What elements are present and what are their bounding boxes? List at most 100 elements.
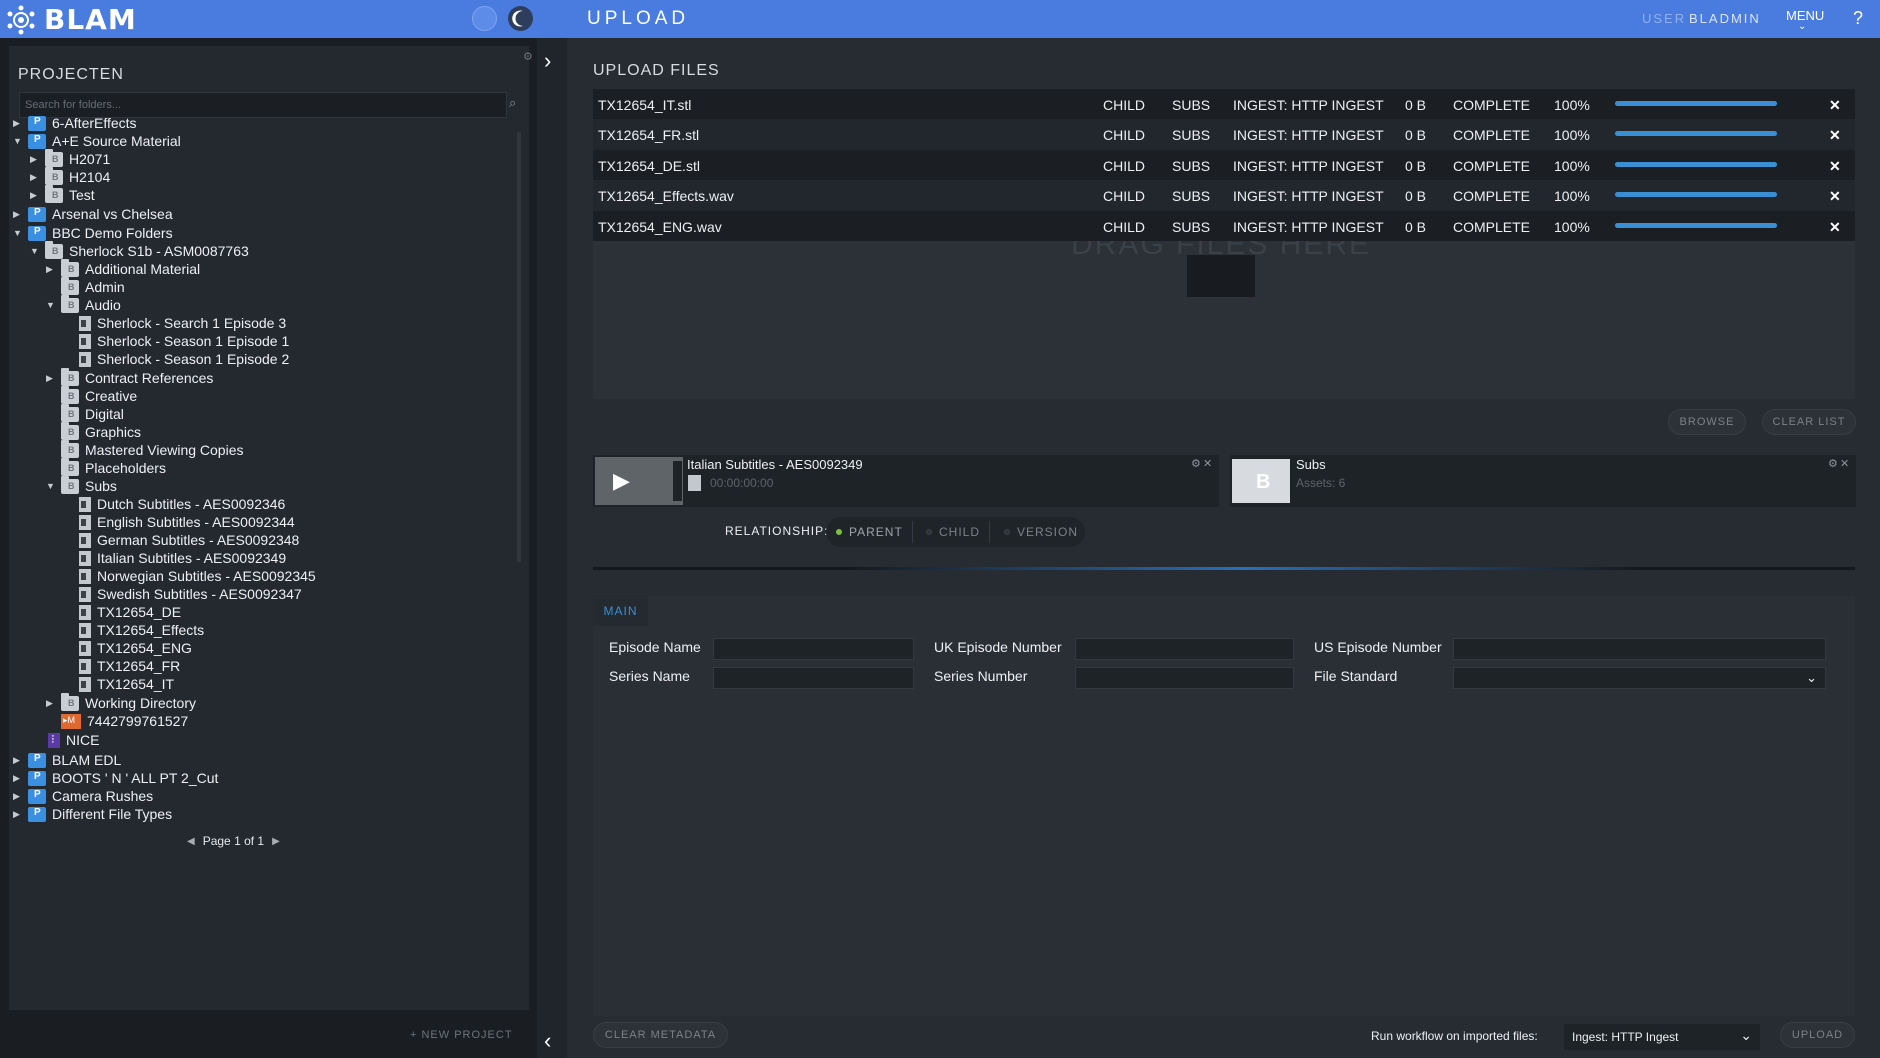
expand-arrow-icon[interactable]: ▶ [30, 172, 40, 183]
asset-close-icon[interactable]: ✕ [1203, 457, 1212, 470]
tree-item[interactable]: Mastered Viewing Copies [46, 439, 244, 460]
tree-item[interactable]: ▶ Contract References [46, 367, 213, 388]
expand-arrow-icon[interactable]: ▶ [46, 264, 56, 275]
target-folder-card[interactable]: Subs Assets: 6 ⚙ ✕ [1230, 455, 1856, 507]
tree-item[interactable]: ▶ Additional Material [46, 258, 200, 279]
tree-item[interactable]: TX12654_Effects [61, 620, 204, 640]
tree-item[interactable]: German Subtitles - AES0092348 [61, 530, 299, 550]
tree-item[interactable]: ▼ Subs [46, 475, 117, 496]
expand-arrow-icon[interactable]: ▶ [30, 154, 40, 165]
tree-item[interactable]: ▶ Different File Types [13, 804, 172, 824]
series-name-field[interactable] [713, 667, 914, 689]
file-standard-select[interactable]: ⌄ [1453, 667, 1826, 689]
tree-item[interactable]: Graphics [46, 421, 141, 442]
menu-chevron-icon[interactable]: ⌄ [1798, 21, 1806, 32]
tree-scrollbar[interactable] [517, 132, 521, 562]
expand-arrow-icon[interactable]: ▶ [13, 791, 23, 802]
collapse-chevron-left-icon[interactable]: ‹ [544, 1028, 551, 1054]
uk-episode-number-field[interactable] [1075, 638, 1294, 660]
upload-button[interactable]: UPLOAD [1780, 1022, 1855, 1048]
us-episode-number-field[interactable] [1453, 638, 1826, 660]
tree-item[interactable]: ▶ H2071 [30, 148, 110, 169]
tree-item[interactable]: Digital [46, 403, 124, 424]
tree-item[interactable]: TX12654_FR [61, 656, 180, 676]
parent-asset-card[interactable]: ▶ Italian Subtitles - AES0092349 00:00:0… [593, 455, 1219, 507]
collapse-arrow-icon[interactable]: ▼ [46, 481, 56, 491]
tree-item[interactable]: Italian Subtitles - AES0092349 [61, 548, 286, 568]
asset-settings-icon[interactable]: ⚙ [1191, 457, 1201, 470]
relationship-child-option[interactable]: CHILD [926, 517, 980, 547]
folder-close-icon[interactable]: ✕ [1840, 457, 1849, 470]
tree-item[interactable]: Norwegian Subtitles - AES0092345 [61, 566, 316, 586]
remove-file-close-icon[interactable]: ✕ [1829, 158, 1841, 175]
expand-arrow-icon[interactable]: ▶ [13, 209, 23, 220]
remove-file-close-icon[interactable]: ✕ [1829, 219, 1841, 236]
tab-main[interactable]: MAIN [593, 596, 648, 626]
expand-arrow-icon[interactable]: ▶ [46, 698, 56, 709]
new-project-button[interactable]: + NEW PROJECT [410, 1029, 513, 1041]
expand-arrow-icon[interactable]: ▶ [46, 373, 56, 384]
tree-item[interactable]: ▼ Audio [46, 294, 121, 315]
remove-file-close-icon[interactable]: ✕ [1829, 127, 1841, 144]
tree-item[interactable]: Admin [46, 276, 125, 297]
file-standard-label: File Standard [1314, 668, 1398, 684]
tree-item[interactable]: TX12654_IT [61, 674, 174, 694]
tree-item[interactable]: TX12654_ENG [61, 638, 192, 658]
asset-thumbnail[interactable]: ▶ [595, 457, 683, 505]
tree-item[interactable]: ▼ BBC Demo Folders [13, 223, 173, 243]
expand-chevron-right-icon[interactable]: › [544, 48, 551, 74]
tree-item[interactable]: Sherlock - Search 1 Episode 3 [61, 313, 286, 333]
remove-file-close-icon[interactable]: ✕ [1829, 188, 1841, 205]
expand-arrow-icon[interactable]: ▶ [30, 190, 40, 201]
panel-settings-icon[interactable]: ⚙ [523, 50, 533, 63]
logo[interactable]: BLAM [6, 3, 137, 36]
file-workflow: INGEST: HTTP INGEST [1233, 127, 1384, 144]
search-icon[interactable]: ⌕ [509, 95, 516, 111]
pager-next-icon[interactable]: ▶ [272, 836, 280, 847]
expand-arrow-icon[interactable]: ▶ [13, 118, 23, 129]
expand-arrow-icon[interactable]: ▶ [13, 809, 23, 820]
user-name[interactable]: BLADMIN [1689, 11, 1761, 26]
tree-item[interactable]: 7442799761527 [46, 711, 188, 731]
tree-item[interactable]: ▼ A+E Source Material [13, 131, 181, 151]
expand-arrow-icon[interactable]: ▶ [13, 755, 23, 766]
collapse-arrow-icon[interactable]: ▼ [46, 300, 56, 310]
browse-button[interactable]: BROWSE [1668, 409, 1746, 435]
tree-item[interactable]: ▶ BLAM EDL [13, 750, 121, 770]
clear-metadata-button[interactable]: CLEAR METADATA [593, 1022, 728, 1048]
episode-name-field[interactable] [713, 638, 914, 660]
relationship-parent-option[interactable]: PARENT [836, 517, 903, 547]
tree-item[interactable]: Creative [46, 385, 137, 406]
remove-file-close-icon[interactable]: ✕ [1829, 97, 1841, 114]
tree-item[interactable]: ▶ Arsenal vs Chelsea [13, 204, 173, 224]
collapse-arrow-icon[interactable]: ▼ [13, 136, 23, 146]
collapse-arrow-icon[interactable]: ▼ [30, 246, 40, 256]
relationship-version-option[interactable]: VERSION [1004, 517, 1078, 547]
tree-item[interactable]: ▶ Test [30, 184, 95, 205]
tree-item[interactable]: ▶ H2104 [30, 166, 110, 187]
dark-mode-moon-icon[interactable] [508, 6, 533, 31]
pager-prev-icon[interactable]: ◀ [187, 836, 195, 847]
tree-item[interactable]: ▶ Camera Rushes [13, 786, 153, 806]
tree-item[interactable]: English Subtitles - AES0092344 [61, 512, 295, 532]
folder-settings-icon[interactable]: ⚙ [1828, 457, 1838, 470]
tree-item[interactable]: Swedish Subtitles - AES0092347 [61, 584, 302, 604]
tree-item[interactable]: Sherlock - Season 1 Episode 2 [61, 349, 289, 369]
tree-item[interactable]: ▶ 6-AfterEffects [13, 113, 137, 133]
tree-item[interactable]: ▶ Working Directory [46, 692, 196, 713]
collapse-arrow-icon[interactable]: ▼ [13, 228, 23, 238]
tree-item[interactable]: Sherlock - Season 1 Episode 1 [61, 331, 289, 351]
settings-icon[interactable] [472, 6, 497, 31]
expand-arrow-icon[interactable]: ▶ [13, 773, 23, 784]
drop-zone[interactable]: DRAG FILES HERE [593, 241, 1855, 399]
play-icon[interactable]: ▶ [613, 468, 630, 494]
series-number-field[interactable] [1075, 667, 1294, 689]
tree-item[interactable]: TX12654_DE [61, 602, 181, 622]
tree-item[interactable]: NICE [30, 730, 99, 750]
workflow-select[interactable]: Ingest: HTTP Ingest ⌄ [1564, 1024, 1760, 1050]
tree-item[interactable]: Dutch Subtitles - AES0092346 [61, 494, 285, 514]
uk-episode-number-label: UK Episode Number [934, 639, 1062, 655]
help-icon[interactable]: ? [1853, 8, 1863, 29]
tree-item[interactable]: ▶ BOOTS ' N ' ALL PT 2_Cut [13, 768, 218, 788]
clear-list-button[interactable]: CLEAR LIST [1762, 409, 1856, 435]
